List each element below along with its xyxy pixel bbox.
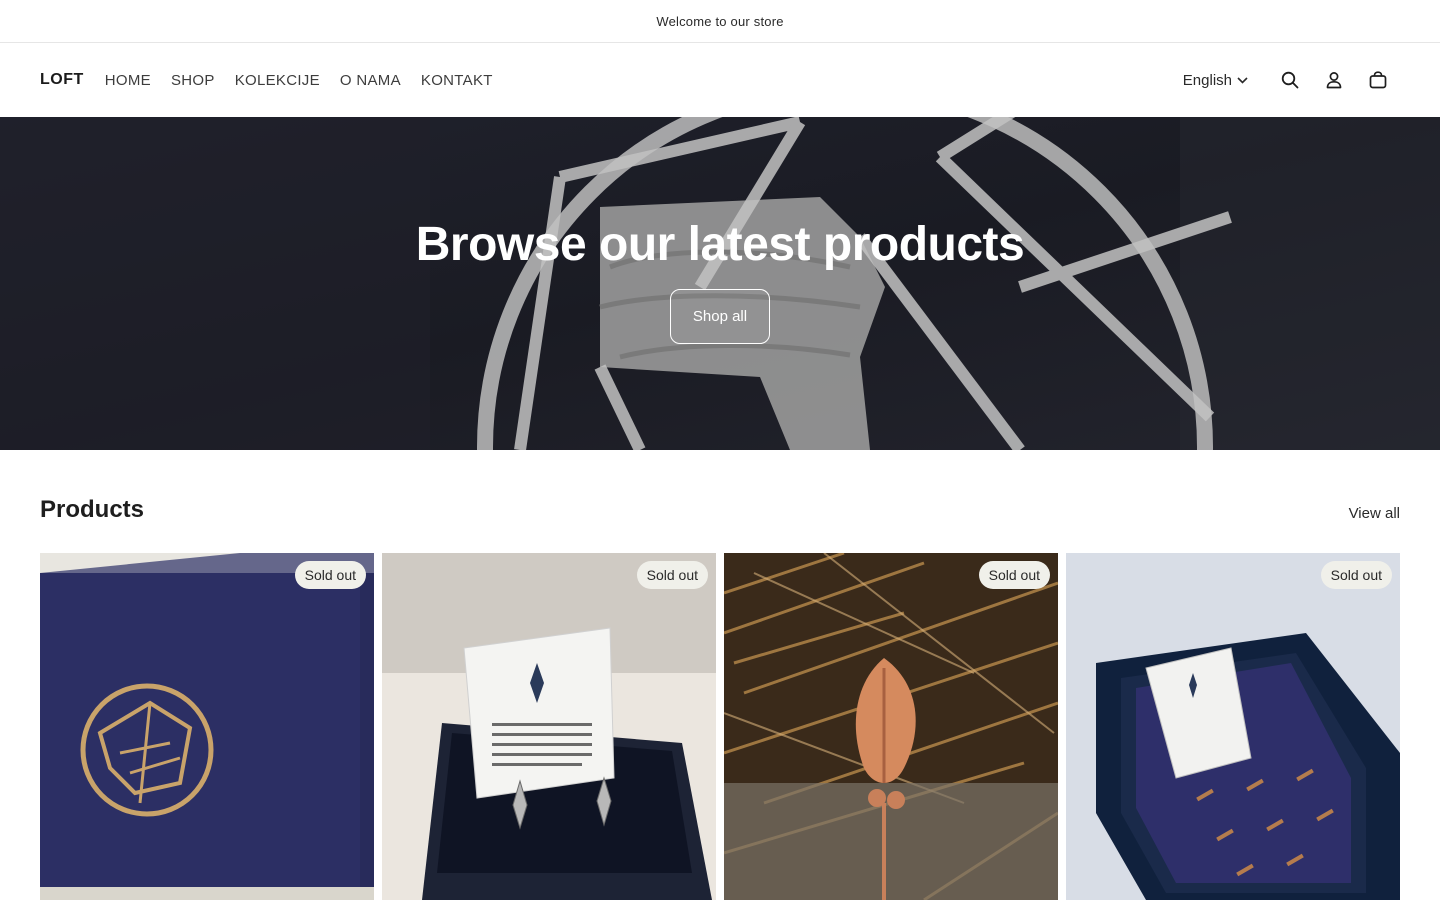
hero-title: Browse our latest products: [415, 218, 1025, 271]
store-logo[interactable]: LOFT: [40, 71, 84, 89]
search-icon: [1281, 71, 1299, 89]
announcement-bar: Welcome to our store: [0, 0, 1440, 43]
nav-item-contact[interactable]: KONTAKT: [421, 72, 493, 89]
sold-out-badge: Sold out: [978, 561, 1050, 589]
site-header: LOFT HOME SHOP KOLEKCIJE O NAMA KONTAKT …: [0, 43, 1440, 117]
nav-item-home[interactable]: HOME: [105, 72, 151, 89]
products-section-title: Products: [40, 496, 145, 523]
product-grid: Sold out Sold out Sold out Sold out: [40, 553, 1400, 900]
hero-background-image: [0, 117, 1440, 450]
product-image: [1066, 553, 1400, 900]
product-card-brooch[interactable]: Sold out: [40, 553, 374, 900]
chevron-down-icon: [1237, 76, 1248, 84]
announcement-text: Welcome to our store: [656, 13, 784, 29]
shop-all-button[interactable]: Shop all: [670, 289, 770, 344]
nav-item-about[interactable]: O NAMA: [340, 72, 401, 89]
product-card-cufflinks[interactable]: Sold out: [382, 553, 716, 900]
product-image: [382, 553, 716, 900]
product-card-oak-leaf-pin[interactable]: Sold out: [724, 553, 1058, 900]
cart-button[interactable]: [1356, 58, 1400, 102]
main-nav: HOME SHOP KOLEKCIJE O NAMA KONTAKT: [105, 72, 493, 89]
header-actions: English: [1183, 58, 1400, 102]
search-button[interactable]: [1268, 58, 1312, 102]
hero-banner: Browse our latest products Shop all: [0, 117, 1440, 450]
language-selector[interactable]: English: [1183, 72, 1248, 89]
product-card-tie[interactable]: Sold out: [1066, 553, 1400, 900]
sold-out-badge: Sold out: [294, 561, 366, 589]
view-all-link[interactable]: View all: [1349, 505, 1400, 522]
account-button[interactable]: [1312, 58, 1356, 102]
nav-item-collections[interactable]: KOLEKCIJE: [235, 72, 320, 89]
sold-out-badge: Sold out: [636, 561, 708, 589]
nav-item-shop[interactable]: SHOP: [171, 72, 215, 89]
product-image: [40, 553, 374, 900]
language-label: English: [1182, 71, 1232, 89]
cart-icon: [1369, 71, 1387, 89]
sold-out-badge: Sold out: [1320, 561, 1392, 589]
product-image: [724, 553, 1058, 900]
account-icon: [1326, 72, 1342, 89]
